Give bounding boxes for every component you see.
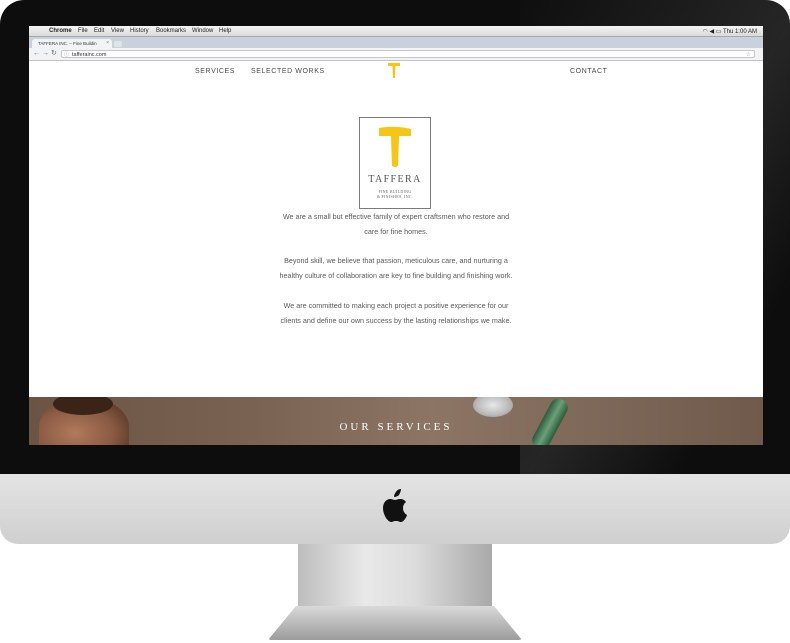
close-icon[interactable]: ×: [106, 39, 109, 48]
taffera-t-logo-icon: [379, 126, 411, 167]
browser-toolbar: ← → ↻ ⓘ tafferainc.com ☆: [29, 48, 763, 61]
intro-line-2: care for fine homes.: [364, 227, 428, 236]
menu-window[interactable]: Window: [192, 28, 213, 34]
tab-title: TAFFERA INC. – Fine Buildin: [38, 41, 97, 46]
menu-file[interactable]: File: [78, 28, 88, 34]
apple-logo-icon: [383, 489, 407, 522]
taffera-logo: TAFFERA FINE BUILDING & FINISHES, INC.: [359, 117, 431, 209]
forward-icon[interactable]: →: [42, 49, 49, 59]
address-bar[interactable]: ⓘ tafferainc.com ☆: [61, 50, 755, 58]
intro-paragraph: We are a small but effective family of e…: [229, 209, 563, 239]
back-icon[interactable]: ←: [33, 49, 40, 59]
tab-strip: TAFFERA INC. – Fine Buildin ×: [29, 37, 763, 48]
values-line-2: healthy culture of collaboration are key…: [279, 271, 513, 280]
tab-taffera[interactable]: TAFFERA INC. – Fine Buildin ×: [32, 39, 112, 48]
reload-icon[interactable]: ↻: [51, 49, 57, 59]
banner-photo-light: [473, 397, 513, 417]
menu-edit[interactable]: Edit: [94, 28, 104, 34]
commitment-line-2: clients and define our own success by th…: [280, 316, 512, 325]
menu-history[interactable]: History: [130, 28, 149, 34]
nav-contact[interactable]: CONTACT: [570, 68, 608, 75]
commitment-line-1: We are committed to making each project …: [283, 301, 509, 310]
services-banner[interactable]: OUR SERVICES: [29, 397, 763, 445]
logo-sub-line-2: & FINISHES, INC.: [376, 194, 414, 199]
logo-name: TAFFERA: [368, 174, 422, 185]
status-area: ◠ ◀ ▭ Thu 1:00 AM: [703, 28, 757, 35]
page-info-icon[interactable]: ⓘ: [64, 51, 69, 59]
bookmark-star-icon[interactable]: ☆: [746, 51, 751, 59]
screen: Chrome File Edit View History Bookmarks …: [29, 26, 763, 445]
nav-selected-works[interactable]: SELECTED WORKS: [251, 68, 325, 75]
menu-help[interactable]: Help: [219, 28, 231, 34]
clock[interactable]: Thu 1:00 AM: [723, 29, 757, 35]
website: SERVICES SELECTED WORKS CONTACT TAFFERA …: [29, 61, 763, 445]
battery-icon[interactable]: ▭: [716, 29, 722, 35]
new-tab-button[interactable]: [114, 41, 122, 47]
stand-neck: [298, 544, 492, 616]
values-paragraph: Beyond skill, we believe that passion, m…: [229, 253, 563, 283]
menu-bar: Chrome File Edit View History Bookmarks …: [29, 26, 763, 37]
menu-app-name[interactable]: Chrome: [49, 28, 72, 34]
wifi-icon[interactable]: ◠: [703, 29, 708, 35]
menu-view[interactable]: View: [111, 28, 124, 34]
logo-subtitle: FINE BUILDING & FINISHES, INC.: [360, 189, 430, 199]
stand-foot: [268, 606, 522, 640]
url-text: tafferainc.com: [72, 52, 107, 58]
nav-services[interactable]: SERVICES: [195, 68, 235, 75]
commitment-paragraph: We are committed to making each project …: [229, 298, 563, 328]
services-heading: OUR SERVICES: [339, 421, 453, 433]
taffera-t-mark-icon[interactable]: [387, 61, 401, 79]
volume-icon[interactable]: ◀: [709, 29, 714, 35]
menu-bookmarks[interactable]: Bookmarks: [156, 28, 186, 34]
intro-line-1: We are a small but effective family of e…: [282, 212, 510, 221]
values-line-1: Beyond skill, we believe that passion, m…: [284, 256, 508, 265]
